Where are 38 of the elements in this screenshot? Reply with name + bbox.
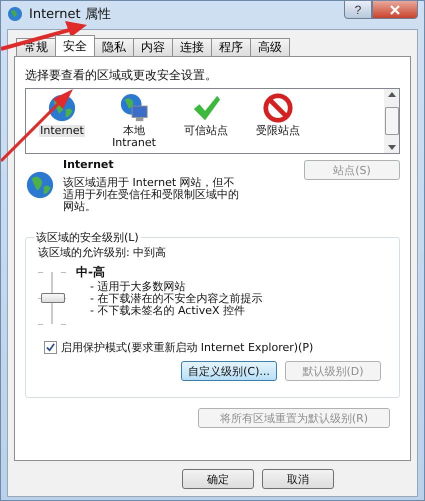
dialog-button[interactable]: 确定 [182,469,254,489]
zone-title: Internet [63,158,115,171]
tab[interactable]: 程序 [211,38,251,56]
security-slider[interactable] [38,272,66,324]
scroll-down-icon[interactable] [388,145,396,150]
help-button[interactable]: ? [344,1,372,19]
computer-globe-icon [119,93,149,123]
level-button[interactable]: 自定义级别(C)... [181,361,277,381]
tab[interactable]: 隐私 [94,38,134,56]
tab[interactable]: 高级 [250,38,290,56]
scroll-up-icon[interactable] [388,92,396,97]
zone-description: 该区域适用于 Internet 网站，但不适用于列在受信任和受限制区域中的网站。 [63,177,240,213]
tab[interactable]: 连接 [172,38,212,56]
scrollbar[interactable] [384,89,399,153]
level-description: - 适用于大多数网站 [89,281,186,293]
group-legend: 该区域的安全级别(L) [34,230,141,245]
level-description: - 不下载未签名的 ActiveX 控件 [89,305,246,317]
checkbox-label: 启用保护模式(要求重新启动 Internet Explorer)(P) [61,340,314,355]
zone-label[interactable]: 受限站点 [255,125,301,137]
window-title: Internet 属性 [29,6,111,23]
level-name: 中-高 [76,264,106,281]
tab[interactable]: 安全 [55,35,95,56]
zone-label[interactable]: 可信站点 [183,125,229,137]
instruction-text: 选择要查看的区域或更改安全设置。 [25,67,218,84]
checkbox[interactable] [44,341,57,354]
slider-thumb[interactable] [41,293,65,303]
close-button[interactable] [372,1,418,19]
globe-icon [7,6,23,22]
checkmark-icon [191,93,221,123]
no-entry-icon [263,93,293,123]
dialog-button[interactable]: 取消 [262,469,334,489]
level-description: - 在下载潜在的不安全内容之前提示 [89,293,262,305]
allowed-levels-text: 该区域的允许级别: 中到高 [38,245,168,260]
close-icon [390,4,400,14]
tab[interactable]: 内容 [133,38,173,56]
zone-label[interactable]: Internet [39,125,85,137]
globe-icon [25,170,55,200]
zone-label[interactable]: 本地 Intranet [111,125,157,149]
